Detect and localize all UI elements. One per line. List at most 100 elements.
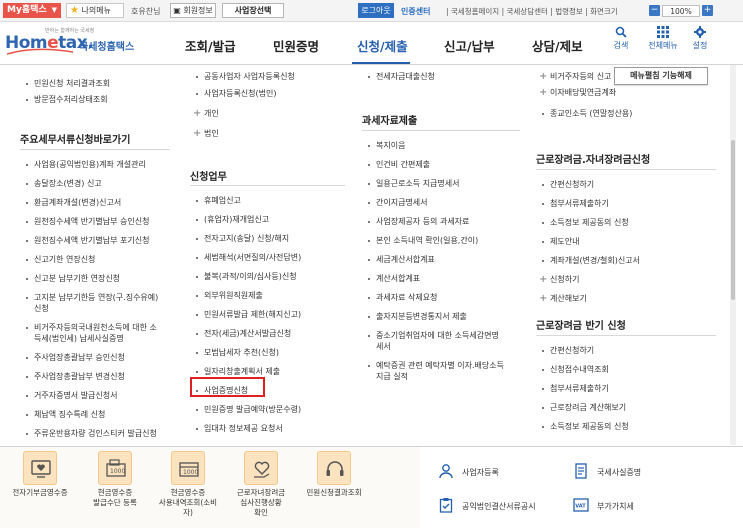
document-icon bbox=[575, 463, 587, 479]
list-item[interactable]: 신고분 납부기한 연장신청 bbox=[20, 273, 180, 284]
business-registration-link[interactable]: 사업자등록 bbox=[462, 467, 499, 478]
list-item[interactable]: 사업장제공자 등의 과세자료 bbox=[362, 216, 532, 227]
list-item[interactable]: 계산서합계표 bbox=[362, 273, 532, 284]
col4-top-list: 비거주자등의 신고 이자배당및연금계좌 종교인소득 (연말정산용) bbox=[536, 71, 716, 119]
expandable-item[interactable]: 비거주자등의 신고 bbox=[536, 71, 716, 82]
svg-text:1000: 1000 bbox=[183, 469, 198, 476]
nav-item-filing[interactable]: 신고/납부 bbox=[444, 36, 495, 55]
list-item[interactable]: 세금계산서합계표 bbox=[362, 254, 532, 265]
vat-link[interactable]: 부가가치세 bbox=[597, 501, 634, 512]
nav-item-civil-cert[interactable]: 민원증명 bbox=[273, 36, 319, 55]
list-item[interactable]: (휴업자)재개업신고 bbox=[190, 214, 355, 225]
list-item[interactable]: 민원서류발급 제한(해지신고) bbox=[190, 309, 355, 320]
list-item[interactable]: 주사업장총괄납부 변경신청 bbox=[20, 371, 180, 382]
list-item[interactable]: 사업자등록신청(법인) bbox=[190, 88, 355, 99]
user-greeting: 호유찬님 bbox=[131, 7, 161, 16]
quick-item-donation-receipt[interactable]: 전자기부금영수증 bbox=[5, 451, 75, 498]
list-item[interactable]: 소득정보 제공동의 신청 bbox=[536, 217, 716, 228]
public-corp-disclosure-link[interactable]: 공익법인결산서류공시 bbox=[462, 501, 536, 512]
expandable-item[interactable]: 개인 bbox=[190, 108, 355, 119]
list-item[interactable]: 신고기한 연장신청 bbox=[20, 254, 180, 265]
list-item[interactable]: 모범납세자 추천(신청) bbox=[190, 347, 355, 358]
col4-list-1: 간편신청하기 첨부서류제출하기 소득정보 제공동의 신청 제도안내 계좌개설(변… bbox=[536, 179, 716, 312]
col1-list: 사업용(공익법인용)계좌 개설관리 송달장소(변경) 신고 환급계좌개설(변경)… bbox=[20, 159, 180, 445]
list-item[interactable]: 출자지분등변경통지서 제출 bbox=[362, 311, 532, 322]
list-item[interactable]: 방문접수처리상태조회 bbox=[20, 94, 180, 105]
list-item[interactable]: 주사업장총괄납부 승인신청 bbox=[20, 352, 180, 363]
expandable-item[interactable]: 법인 bbox=[190, 128, 355, 139]
list-item[interactable]: 복지이음 bbox=[362, 140, 532, 151]
expandable-item[interactable]: 계산해보기 bbox=[536, 293, 716, 304]
expandable-item[interactable]: 이자배당및연금계좌 bbox=[536, 87, 716, 98]
list-item[interactable]: 휴폐업신고 bbox=[190, 195, 355, 206]
list-item[interactable]: 소득정보 제공동의 신청 bbox=[536, 421, 716, 432]
list-item[interactable]: 간편신청하기 bbox=[536, 345, 716, 356]
settings-button[interactable]: 설정 bbox=[685, 26, 715, 51]
quick-item-cash-receipt-history[interactable]: 1000 현금영수증 사용내역조회(소비 자) bbox=[153, 451, 223, 518]
hometax-logo[interactable]: 반하는 함께하는 국세청 Hometax. 국세청홈택스 bbox=[5, 27, 145, 59]
list-item[interactable]: 민원증명 발급예약(방문수령) bbox=[190, 404, 355, 415]
list-item[interactable]: 주류운반용차량 검인스티커 발급신청 bbox=[20, 428, 180, 439]
nav-item-application[interactable]: 신청/제출 bbox=[357, 36, 408, 55]
list-item[interactable]: 간이지급명세서 bbox=[362, 197, 532, 208]
list-item[interactable]: 세법해석(서면질의/사전답변) bbox=[190, 252, 355, 263]
list-item[interactable]: 일자리창출계획서 제출 bbox=[190, 366, 355, 377]
quick-item-cash-receipt-register[interactable]: 1000 현금영수증 발급수단 등록 bbox=[80, 451, 150, 508]
member-info-label: 회원정보 bbox=[183, 6, 213, 15]
cert-center-link[interactable]: 인증센터 bbox=[401, 6, 430, 17]
all-menu-button[interactable]: 전체메뉴 bbox=[645, 26, 681, 51]
business-select-button[interactable]: 사업장선택 bbox=[222, 3, 284, 18]
list-item[interactable]: 근로장려금 계산해보기 bbox=[536, 402, 716, 413]
quick-item-civil-result[interactable]: 민원신청결과조회 bbox=[299, 451, 369, 498]
nav-item-consult[interactable]: 상담/제보 bbox=[532, 36, 583, 55]
list-item[interactable]: 사업용(공익법인용)계좌 개설관리 bbox=[20, 159, 180, 170]
list-item[interactable]: 종교인소득 (연말정산용) bbox=[536, 108, 716, 119]
list-item[interactable]: 원천징수세액 반기별납부 승인신청 bbox=[20, 216, 180, 227]
list-item[interactable]: 민원신청 처리결과조회 bbox=[20, 78, 180, 89]
member-info-button[interactable]: ▣ 회원정보 bbox=[170, 3, 216, 18]
list-item[interactable]: 본인 소득내역 확인(일용,간이) bbox=[362, 235, 532, 246]
list-item[interactable]: 임대차 정보제공 요청서 bbox=[190, 423, 355, 434]
cash-register-icon: 1000 bbox=[98, 451, 132, 485]
list-item[interactable]: 외부위원직원제출 bbox=[190, 290, 355, 301]
zoom-out-button[interactable]: − bbox=[649, 5, 660, 16]
list-item[interactable]: 체납액 징수특례 신청 bbox=[20, 409, 180, 420]
list-item[interactable]: 간편신청하기 bbox=[536, 179, 716, 190]
logout-button[interactable]: 로그아웃 bbox=[358, 3, 394, 18]
list-item[interactable]: 전자고지(송달) 신청/해지 bbox=[190, 233, 355, 244]
list-item[interactable]: 첨부서류제출하기 bbox=[536, 383, 716, 394]
nav-item-inquiry[interactable]: 조회/발급 bbox=[185, 36, 236, 55]
tax-fact-certificate-link[interactable]: 국세사실증명 bbox=[597, 467, 641, 478]
col3-top-list: 전세자금대출신청 bbox=[362, 72, 532, 82]
settings-label: 설정 bbox=[692, 41, 708, 50]
list-item[interactable]: 계좌개설(변경/철회)신고서 bbox=[536, 255, 716, 266]
list-item[interactable]: 일용근로소득 지급명세서 bbox=[362, 178, 532, 189]
my-menu-button[interactable]: ★ 나의메뉴 bbox=[66, 3, 124, 18]
quick-item-incentive-status[interactable]: 근로자녀장려금 심사진행상황 확인 bbox=[226, 451, 296, 518]
list-item[interactable]: 인건비 간편제출 bbox=[362, 159, 532, 170]
utility-links[interactable]: | 국세청홈페이지 | 국세상담센터 | 법령정보 | 화면크기 bbox=[446, 6, 618, 17]
list-item[interactable]: 거주자증명서 발급신청서 bbox=[20, 390, 180, 401]
list-item[interactable]: 과세자료 삭제요청 bbox=[362, 292, 532, 303]
expandable-item[interactable]: 신청하기 bbox=[536, 274, 716, 285]
search-button[interactable]: 검색 bbox=[606, 26, 636, 51]
list-item[interactable]: 공동사업자 사업자등록신청 bbox=[190, 71, 355, 82]
list-item[interactable]: 불복(과적/이의/심사등)신청 bbox=[190, 271, 355, 282]
list-item[interactable]: 원천징수세액 반기별납부 포기신청 bbox=[20, 235, 180, 246]
col2-heading: 신청업무 bbox=[190, 172, 227, 183]
list-item[interactable]: 고지분 납부기한등 연장(구.징수유예) 신청 bbox=[20, 292, 180, 314]
list-item[interactable]: 환급계좌개설(변경)신고서 bbox=[20, 197, 180, 208]
zoom-in-button[interactable]: + bbox=[702, 5, 713, 16]
list-item[interactable]: 신청접수내역조회 bbox=[536, 364, 716, 375]
list-item[interactable]: 첨부서류제출하기 bbox=[536, 198, 716, 209]
my-hometax-button[interactable]: My홈택스 ▼ bbox=[3, 3, 61, 18]
list-item[interactable]: 전자(세금)계산서발급신청 bbox=[190, 328, 355, 339]
list-item[interactable]: 제도안내 bbox=[536, 236, 716, 247]
list-item[interactable]: 중소기업취업자에 대한 소득세감면명 세서 bbox=[362, 330, 532, 352]
list-item[interactable]: 전세자금대출신청 bbox=[362, 71, 532, 82]
list-item[interactable]: 예탁증권 관련 예탁자별 이자.배당소득 지급 실적 bbox=[362, 360, 532, 382]
clipboard-check-icon bbox=[439, 498, 453, 513]
list-item[interactable]: 비거주자등의국내원천소득에 대한 소 득세(법인세) 납세사실증명 bbox=[20, 322, 180, 344]
scrollbar-thumb[interactable] bbox=[731, 140, 735, 300]
list-item[interactable]: 송달장소(변경) 신고 bbox=[20, 178, 180, 189]
